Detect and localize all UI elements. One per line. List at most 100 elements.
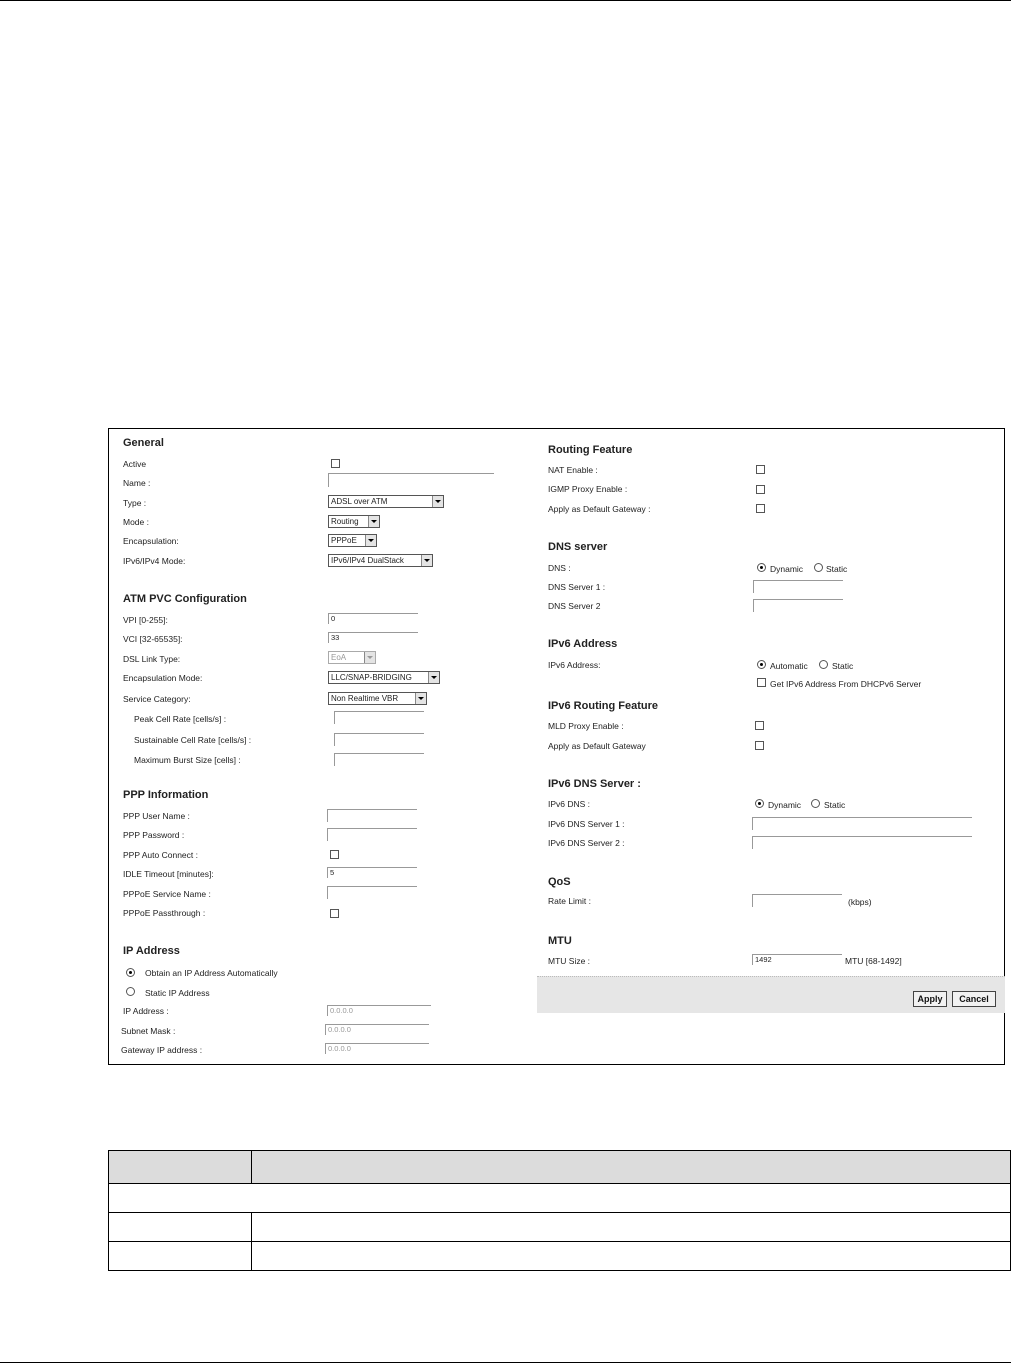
- rate-limit-unit: (kbps): [848, 897, 872, 907]
- mtu-size-label: MTU Size :: [548, 956, 591, 966]
- encapsulation-select[interactable]: PPPoE: [328, 534, 377, 547]
- ipv6-addr-heading: IPv6 Address: [548, 638, 618, 650]
- type-select[interactable]: ADSL over ATM: [328, 495, 444, 508]
- mode-select[interactable]: Routing: [328, 515, 380, 528]
- name-label: Name :: [123, 478, 151, 488]
- ipv6-dns-dynamic-radio[interactable]: [755, 799, 764, 808]
- passthrough-label: PPPoE Passthrough :: [123, 908, 206, 918]
- table-header-row: [108, 1150, 1011, 1184]
- dns-dynamic-radio[interactable]: [757, 563, 766, 572]
- igmp-checkbox[interactable]: [756, 485, 765, 494]
- ipv6-dns-dynamic-label: Dynamic: [768, 800, 802, 810]
- default-gw-checkbox[interactable]: [756, 504, 765, 513]
- pppoe-service-input[interactable]: [327, 886, 417, 899]
- ppp-auto-checkbox[interactable]: [330, 850, 339, 859]
- dhcpv6-checkbox[interactable]: [757, 678, 766, 687]
- name-input[interactable]: [328, 473, 494, 487]
- pcr-input[interactable]: [334, 711, 424, 724]
- scr-input[interactable]: [334, 733, 424, 746]
- apply-button[interactable]: Apply: [913, 991, 947, 1007]
- wan-config-form: General Active Name : Type : ADSL over A…: [108, 428, 1005, 1065]
- active-checkbox[interactable]: [331, 459, 340, 468]
- dns-label: DNS :: [548, 563, 571, 573]
- ip-auto-label: Obtain an IP Address Automatically: [145, 968, 278, 978]
- ipv6-dns-server1-input[interactable]: [752, 817, 972, 830]
- ipv6-dns-server2-input[interactable]: [752, 836, 972, 849]
- ipv6-static-radio[interactable]: [819, 660, 828, 669]
- dsl-select[interactable]: EoA: [328, 651, 376, 664]
- nat-label: NAT Enable :: [548, 465, 598, 475]
- ipv6-auto-radio[interactable]: [757, 660, 766, 669]
- subnet-mask-input[interactable]: 0.0.0.0: [325, 1024, 429, 1035]
- dsl-label: DSL Link Type:: [123, 654, 181, 664]
- button-bar: Apply Cancel: [537, 976, 1005, 1013]
- ip-static-radio[interactable]: [126, 987, 135, 996]
- dns-static-label: Static: [826, 564, 848, 574]
- chevron-down-icon: [428, 672, 439, 683]
- type-select-value: ADSL over ATM: [331, 497, 388, 506]
- mtu-heading: MTU: [548, 935, 572, 947]
- table-row: [108, 1183, 1011, 1213]
- mtu-size-input[interactable]: 1492: [752, 954, 842, 965]
- mode-select-value: Routing: [331, 517, 359, 526]
- encmode-select-value: LLC/SNAP-BRIDGING: [331, 673, 412, 682]
- ipmode-select-value: IPv6/IPv4 DualStack: [331, 556, 404, 565]
- rate-limit-label: Rate Limit :: [548, 896, 591, 906]
- routing-heading: Routing Feature: [548, 444, 633, 456]
- rate-limit-input[interactable]: [752, 894, 842, 907]
- ppp-user-input[interactable]: [327, 809, 417, 822]
- ipv6-default-gw-label: Apply as Default Gateway: [548, 741, 646, 751]
- nat-checkbox[interactable]: [756, 465, 765, 474]
- ipv6-dns-static-radio[interactable]: [811, 799, 820, 808]
- mbs-label: Maximum Burst Size [cells] :: [134, 755, 241, 765]
- ip-static-label: Static IP Address: [145, 988, 210, 998]
- table-section-cell: [108, 1183, 1011, 1213]
- ppp-auto-label: PPP Auto Connect :: [123, 850, 198, 860]
- vci-label: VCI [32-65535]:: [123, 634, 183, 644]
- service-label: Service Category:: [123, 694, 191, 704]
- ipv6-static-label: Static: [832, 661, 854, 671]
- dhcpv6-label: Get IPv6 Address From DHCPv6 Server: [770, 679, 922, 689]
- chevron-down-icon: [421, 555, 432, 566]
- gateway-label: Gateway IP address :: [121, 1045, 203, 1055]
- mtu-range: MTU [68-1492]: [845, 956, 902, 966]
- service-select[interactable]: Non Realtime VBR: [328, 692, 427, 705]
- mld-checkbox[interactable]: [755, 721, 764, 730]
- encmode-select[interactable]: LLC/SNAP-BRIDGING: [328, 671, 440, 684]
- pppoe-service-label: PPPoE Service Name :: [123, 889, 211, 899]
- ppp-pass-input[interactable]: [327, 828, 417, 841]
- page-top-rule: [0, 0, 1011, 1]
- table-header-cell: [108, 1150, 252, 1184]
- dns-server2-input[interactable]: [753, 599, 843, 612]
- passthrough-checkbox[interactable]: [330, 909, 339, 918]
- table-cell: [108, 1212, 252, 1242]
- ppp-user-label: PPP User Name :: [123, 811, 190, 821]
- dsl-select-value: EoA: [331, 653, 347, 662]
- ipv6-default-gw-checkbox[interactable]: [755, 741, 764, 750]
- atm-heading: ATM PVC Configuration: [123, 593, 247, 605]
- igmp-label: IGMP Proxy Enable :: [548, 484, 628, 494]
- ip-auto-radio[interactable]: [126, 968, 135, 977]
- dns-static-radio[interactable]: [814, 563, 823, 572]
- cancel-button[interactable]: Cancel: [952, 991, 996, 1007]
- encmode-label: Encapsulation Mode:: [123, 673, 203, 683]
- ip-addr-input[interactable]: 0.0.0.0: [327, 1005, 431, 1016]
- general-heading: General: [123, 437, 164, 449]
- mbs-input[interactable]: [334, 753, 424, 766]
- vci-input[interactable]: 33: [328, 632, 418, 643]
- vpi-input[interactable]: 0: [328, 613, 418, 624]
- idle-input[interactable]: 5: [327, 867, 417, 878]
- ipv6-auto-label: Automatic: [770, 661, 808, 671]
- scr-label: Sustainable Cell Rate [cells/s] :: [134, 735, 252, 745]
- chevron-down-icon: [365, 535, 376, 546]
- table-cell: [251, 1241, 1011, 1271]
- table-cell: [108, 1241, 252, 1271]
- gateway-input[interactable]: 0.0.0.0: [325, 1043, 429, 1054]
- ipmode-select[interactable]: IPv6/IPv4 DualStack: [328, 554, 433, 567]
- dns-server2-label: DNS Server 2: [548, 601, 601, 611]
- idle-label: IDLE Timeout [minutes]:: [123, 869, 214, 879]
- ipmode-label: IPv6/IPv4 Mode:: [123, 556, 186, 566]
- dns-server1-input[interactable]: [753, 580, 843, 593]
- encapsulation-label: Encapsulation:: [123, 536, 179, 546]
- ipv6-dns-static-label: Static: [824, 800, 846, 810]
